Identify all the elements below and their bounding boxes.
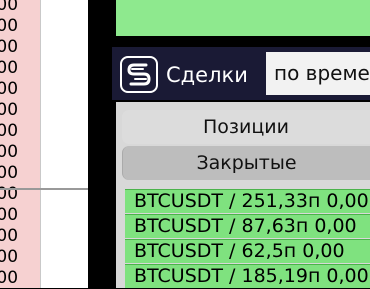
axis-tick-label: .00 xyxy=(0,0,19,15)
axis-tick-label: .00 xyxy=(0,163,19,183)
axis-tick-label: .00 xyxy=(0,247,19,267)
trades-list: BTCUSDT / 251,33п 0,00 BTCUSDT / 87,63п … xyxy=(125,189,370,288)
axis-tick-label: .00 xyxy=(0,16,19,36)
axis-tick-label: .00 xyxy=(0,58,19,78)
sort-select[interactable]: по времени xyxy=(266,52,370,95)
axis-tick-label: .00 xyxy=(0,100,19,120)
price-axis: .00 .00 .00 .00 .00 .00 .00 .00 .00 .00 … xyxy=(0,0,40,288)
tab-closed[interactable]: Закрытые xyxy=(122,146,370,180)
axis-tick-label: .00 xyxy=(0,142,19,162)
top-green-bar xyxy=(116,0,370,36)
axis-divider xyxy=(40,0,41,288)
trade-row[interactable]: BTCUSDT / 87,63п 0,00 xyxy=(125,214,370,238)
trade-row[interactable]: BTCUSDT / 251,33п 0,00 xyxy=(125,189,370,213)
panel-title: Сделки xyxy=(166,63,248,87)
axis-tick-label: .00 xyxy=(0,37,19,57)
logo-icon[interactable] xyxy=(120,56,158,93)
axis-tick-label: .00 xyxy=(0,268,19,288)
chart-area[interactable]: .00 .00 .00 .00 .00 .00 .00 .00 .00 .00 … xyxy=(0,0,88,288)
axis-tick-label: .00 xyxy=(0,226,19,246)
trade-row[interactable]: BTCUSDT / 185,19п 0,00 xyxy=(125,264,370,288)
tab-positions[interactable]: Позиции xyxy=(122,110,370,144)
price-line xyxy=(0,188,88,190)
axis-tick-label: .00 xyxy=(0,205,19,225)
trade-row[interactable]: BTCUSDT / 62,5п 0,00 xyxy=(125,239,370,263)
axis-tick-label: .00 xyxy=(0,121,19,141)
axis-tick-label: .00 xyxy=(0,79,19,99)
